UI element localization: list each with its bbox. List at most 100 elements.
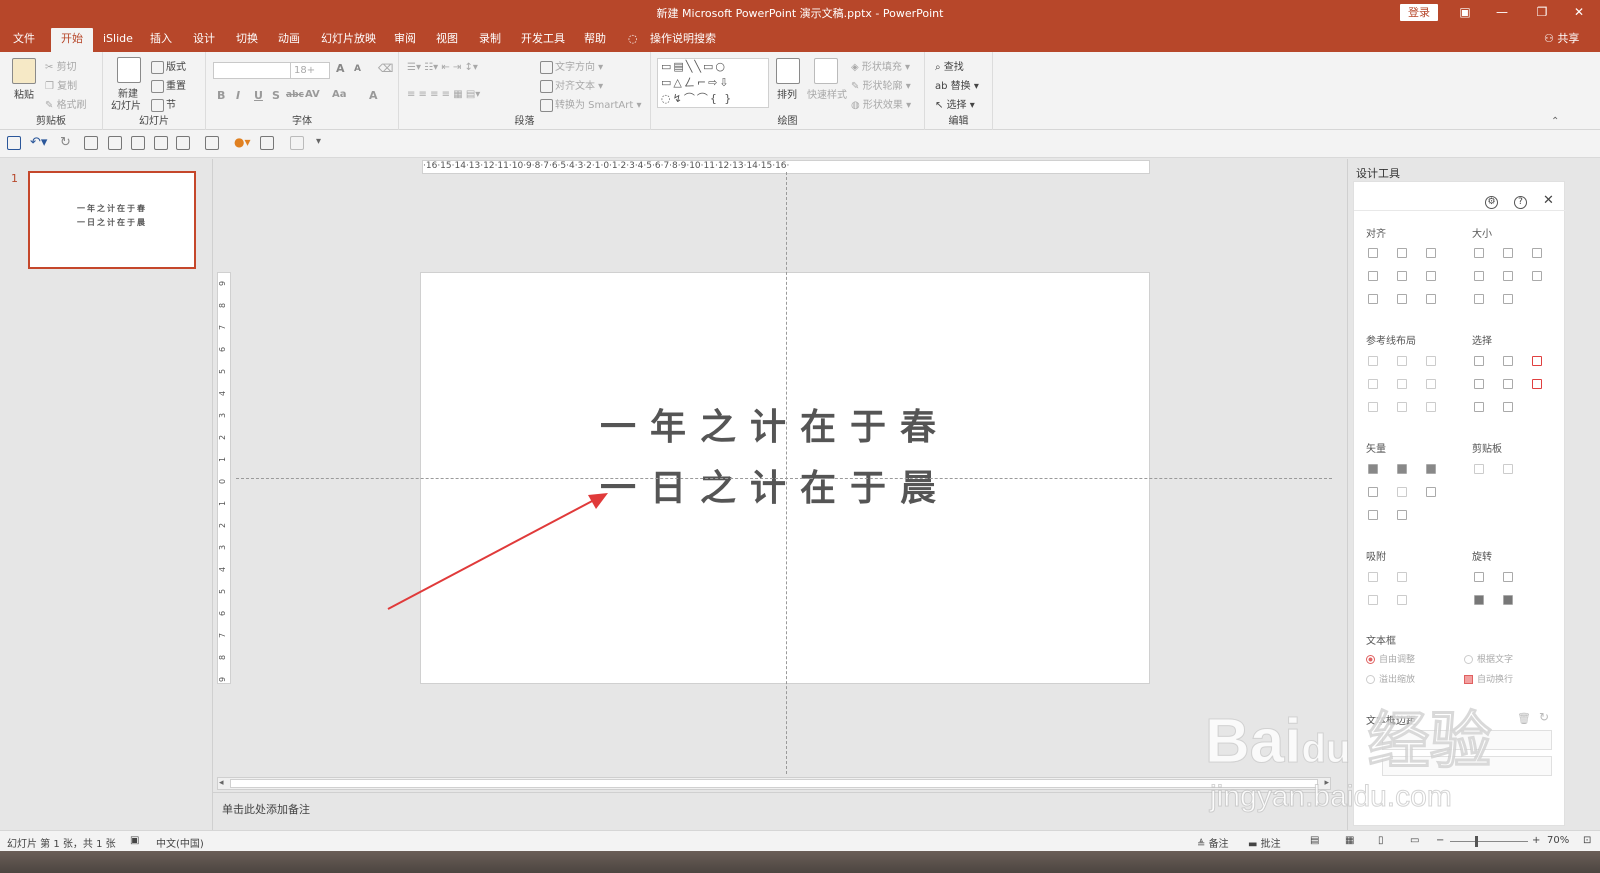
zoom-level[interactable]: 70% (1547, 835, 1569, 846)
format-painter-button[interactable]: ✎ 格式刷 (45, 96, 87, 111)
intersect-icon[interactable] (1368, 487, 1378, 497)
tab-slideshow[interactable]: 幻灯片放映 (321, 30, 376, 52)
paste-button[interactable]: 粘贴 (14, 86, 34, 101)
char-spacing-button[interactable]: AV (305, 89, 320, 100)
tab-animations[interactable]: 动画 (278, 30, 300, 52)
slide-thumbnail[interactable]: 一年之计在于春 一日之计在于晨 (28, 171, 196, 269)
tell-me-search[interactable]: 操作说明搜索 (650, 30, 716, 52)
underline-button[interactable]: U (254, 89, 263, 102)
shadow-button[interactable]: S (272, 89, 280, 102)
paste-format-icon[interactable] (1503, 464, 1513, 474)
slide-sorter-icon[interactable]: ▦ (1345, 835, 1354, 846)
settings-icon[interactable]: ⚙ (1485, 196, 1498, 209)
layer-stack-icon[interactable] (1503, 402, 1513, 412)
language-status[interactable]: 中文(中国) (156, 835, 204, 850)
spellcheck-icon[interactable]: ▣ (130, 835, 139, 846)
reading-view-icon[interactable]: ▯ (1378, 835, 1384, 846)
smartart-button[interactable]: 转换为 SmartArt ▾ (540, 96, 642, 112)
screenshot-icon[interactable] (131, 136, 145, 150)
font-name-combo[interactable] (213, 62, 291, 79)
zoom-in-icon[interactable]: + (1532, 835, 1540, 846)
close-panel-icon[interactable]: ✕ (1543, 193, 1554, 208)
tab-review[interactable]: 审阅 (394, 30, 416, 52)
customize-qat-icon[interactable]: ▾ (316, 136, 321, 147)
snap-bottom-icon[interactable] (1397, 595, 1407, 605)
select-similar-icon[interactable] (1474, 356, 1484, 366)
distribute-h-icon[interactable] (1368, 294, 1378, 304)
guide-hspace-icon[interactable] (1368, 402, 1378, 412)
same-size-icon[interactable] (1532, 248, 1542, 258)
tab-developer[interactable]: 开发工具 (521, 30, 565, 52)
grow-font-button[interactable]: A (336, 62, 345, 75)
find-button[interactable]: ⌕ 查找 (935, 58, 964, 73)
shape-fill-button[interactable]: ◈ 形状填充 ▾ (851, 58, 910, 73)
group-qat-icon[interactable] (260, 136, 274, 150)
login-button[interactable]: 登录 (1400, 4, 1438, 21)
fit-slide-icon[interactable]: ⊡ (1583, 835, 1591, 846)
auto-wrap-option[interactable]: 自动换行 (1464, 672, 1513, 685)
select-same-icon[interactable] (1503, 356, 1513, 366)
guide-bottom-icon[interactable] (1426, 379, 1436, 389)
guide-center-icon[interactable] (1397, 356, 1407, 366)
tab-transitions[interactable]: 切换 (236, 30, 258, 52)
color-qat-icon[interactable]: ●▾ (234, 135, 251, 149)
slide-text-line-2[interactable]: 一日之计在于晨 (600, 459, 950, 511)
text-direction-button[interactable]: 文字方向 ▾ (540, 58, 603, 74)
select-checked-icon[interactable] (1532, 356, 1542, 366)
font-color-button[interactable]: A (369, 89, 378, 102)
extend-top-icon[interactable] (1474, 294, 1484, 304)
shrink-font-button[interactable]: A (354, 64, 361, 74)
cut-button[interactable]: ✂ 剪切 (45, 58, 77, 73)
undo-icon[interactable]: ↶▾ (30, 135, 47, 150)
guide-left-icon[interactable] (1368, 356, 1378, 366)
flip-horizontal-icon[interactable] (1474, 595, 1484, 605)
clear-format-icon[interactable]: ⌫ (378, 62, 394, 75)
guide-top-icon[interactable] (1368, 379, 1378, 389)
tab-islide[interactable]: iSlide (103, 30, 133, 52)
horizontal-scrollbar[interactable]: ◂ ▸ (217, 777, 1331, 790)
text-to-shape-icon[interactable] (1368, 510, 1378, 520)
slideshow-view-icon[interactable]: ▭ (1410, 835, 1419, 846)
flip-vertical-icon[interactable] (1503, 595, 1513, 605)
align-right-icon[interactable] (1426, 248, 1436, 258)
vector-more-icon[interactable] (1397, 510, 1407, 520)
union-icon[interactable] (1368, 464, 1378, 474)
auto-adjust-option[interactable]: 自由调整 (1366, 652, 1415, 665)
layer-middle-icon[interactable] (1503, 379, 1513, 389)
alignment-icon[interactable]: ≡ ≡ ≡ ≡ ▦ ▤▾ (407, 89, 480, 100)
guide-grid-icon[interactable] (1426, 402, 1436, 412)
shapes-gallery[interactable]: ▭▤╲╲▭○ ▭△ㄥ⌐⇨⇩ ◌↯⌒⌒{ } (657, 58, 769, 108)
guide-right-icon[interactable] (1426, 356, 1436, 366)
extend-right-icon[interactable] (1503, 271, 1513, 281)
extend-left-icon[interactable] (1474, 271, 1484, 281)
tab-design[interactable]: 设计 (193, 30, 215, 52)
rotate-right-icon[interactable] (1474, 572, 1484, 582)
align-bottom-icon[interactable] (1426, 271, 1436, 281)
shapes-qat-icon[interactable] (176, 136, 190, 150)
arrange-button[interactable]: 排列 (777, 86, 797, 101)
ribbon-display-icon[interactable]: ▣ (1455, 4, 1475, 21)
share-button[interactable]: ⚇ 共享 (1544, 30, 1579, 46)
tab-home[interactable]: 开始 (51, 28, 93, 52)
select-button[interactable]: ↖ 选择 ▾ (935, 96, 975, 111)
zoom-slider-thumb[interactable] (1475, 836, 1478, 847)
subtract-icon[interactable] (1397, 487, 1407, 497)
fit-text-option[interactable]: 根据文字 (1464, 652, 1513, 665)
normal-view-icon[interactable]: ▤ (1310, 835, 1319, 846)
scroll-left-icon[interactable]: ◂ (219, 778, 224, 788)
guide-vspace-icon[interactable] (1397, 402, 1407, 412)
same-width-icon[interactable] (1474, 248, 1484, 258)
align-center-icon[interactable] (1397, 248, 1407, 258)
restore-button[interactable]: ❐ (1532, 4, 1552, 21)
extend-bottom-icon[interactable] (1503, 294, 1513, 304)
snap-top-icon[interactable] (1368, 595, 1378, 605)
redo-icon[interactable]: ↻ (60, 135, 71, 150)
same-height-icon[interactable] (1503, 248, 1513, 258)
shape-effects-button[interactable]: ◍ 形状效果 ▾ (851, 96, 911, 111)
comment-icon[interactable] (154, 136, 168, 150)
layout-button[interactable]: 版式 (151, 58, 186, 74)
preview-icon[interactable] (84, 136, 98, 150)
align-left-icon[interactable] (1368, 248, 1378, 258)
tab-view[interactable]: 视图 (436, 30, 458, 52)
close-button[interactable]: ✕ (1569, 4, 1589, 21)
